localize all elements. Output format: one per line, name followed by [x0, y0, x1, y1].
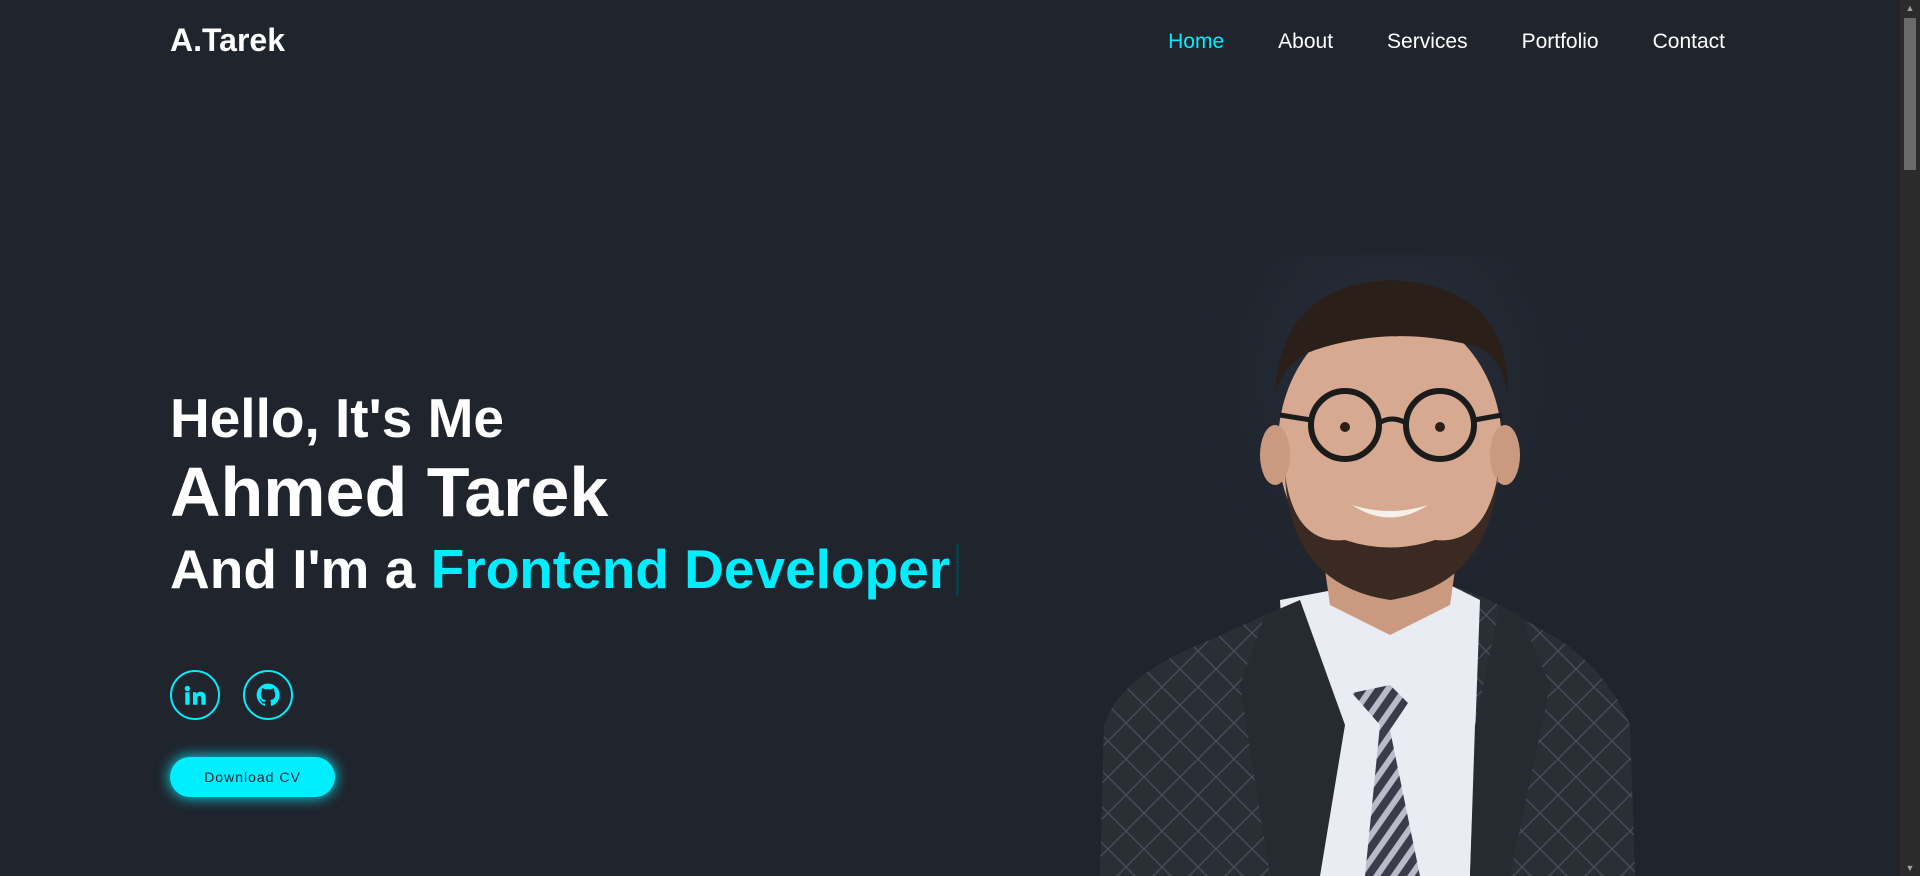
- scroll-thumb[interactable]: [1904, 18, 1916, 170]
- github-icon: [256, 683, 280, 706]
- hero-name: Ahmed Tarek: [170, 453, 609, 531]
- site-header: A.Tarek Home About Services Portfolio Co…: [0, 0, 1900, 84]
- scrollbar[interactable]: ▲ ▼: [1900, 0, 1920, 876]
- nav-contact[interactable]: Contact: [1653, 30, 1725, 54]
- hero-role-prefix: And I'm a: [170, 538, 431, 600]
- hero-role: Frontend Developer: [430, 538, 951, 600]
- hero-greeting: Hello, It's Me: [170, 387, 504, 449]
- hero-content: Hello, It's Me Ahmed Tarek And I'm a Fro…: [170, 385, 960, 605]
- linkedin-link[interactable]: [170, 670, 220, 720]
- typing-caret: [956, 544, 960, 596]
- linkedin-icon: [184, 685, 206, 705]
- profile-photo: [1100, 255, 1635, 876]
- social-links: [170, 670, 316, 720]
- main-nav: Home About Services Portfolio Contact: [1114, 30, 1725, 54]
- logo[interactable]: A.Tarek: [170, 22, 285, 59]
- scroll-up-arrow-icon[interactable]: ▲: [1900, 0, 1920, 16]
- nav-portfolio[interactable]: Portfolio: [1522, 30, 1599, 54]
- scroll-down-arrow-icon[interactable]: ▼: [1900, 860, 1920, 876]
- nav-home[interactable]: Home: [1168, 30, 1224, 54]
- download-cv-button[interactable]: Download CV: [170, 757, 335, 797]
- nav-services[interactable]: Services: [1387, 30, 1468, 54]
- hero-role-line: And I'm a Frontend Developer: [170, 533, 960, 605]
- nav-about[interactable]: About: [1278, 30, 1333, 54]
- github-link[interactable]: [243, 670, 293, 720]
